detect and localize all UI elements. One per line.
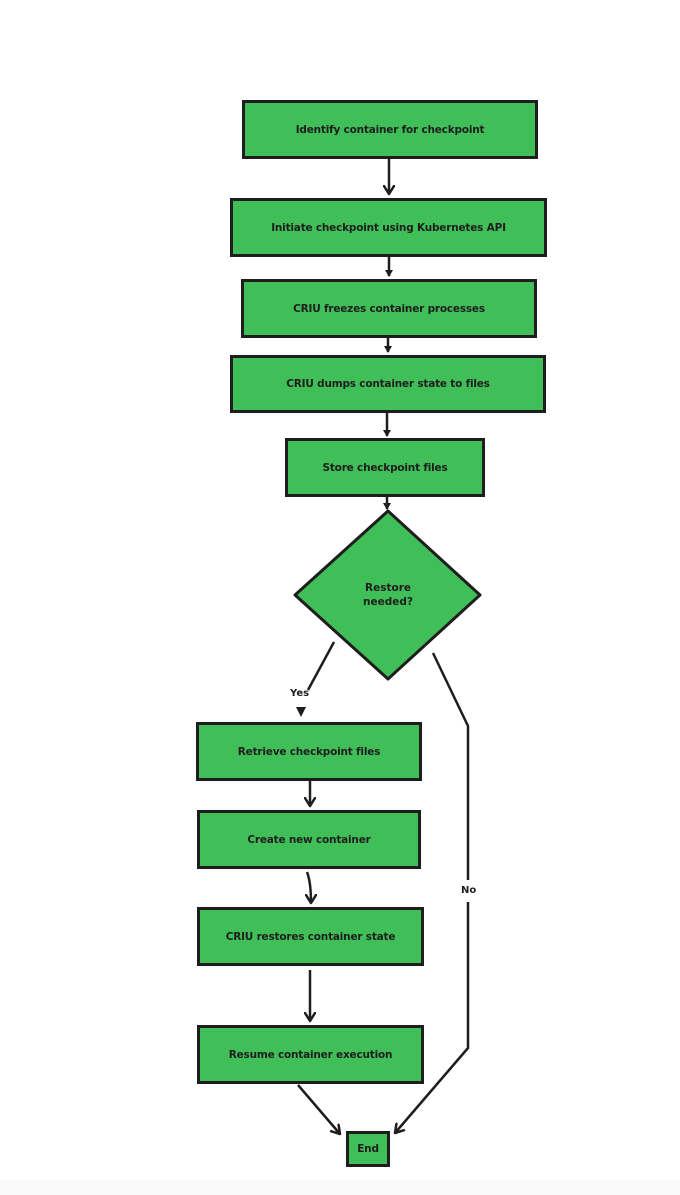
node-criu-restores: CRIU restores container state: [197, 907, 424, 966]
edge-n9-end: [297, 1084, 340, 1134]
node-label: Identify container for checkpoint: [295, 123, 485, 136]
node-store-checkpoint: Store checkpoint files: [285, 438, 485, 497]
node-label: CRIU freezes container processes: [293, 302, 485, 315]
node-label: End: [357, 1143, 379, 1155]
node-label: Retrieve checkpoint files: [237, 745, 381, 758]
edge-d1-yes: [306, 641, 336, 691]
node-initiate-checkpoint: Initiate checkpoint using Kubernetes API: [230, 198, 547, 257]
node-label: Initiate checkpoint using Kubernetes API: [271, 221, 506, 234]
edge-layer: [293, 158, 482, 1195]
node-resume-execution: Resume container execution: [197, 1025, 424, 1084]
node-label: Resume container execution: [228, 1048, 393, 1061]
node-label: Store checkpoint files: [322, 461, 448, 474]
node-criu-dumps: CRIU dumps container state to files: [230, 355, 546, 413]
node-label: CRIU restores container state: [225, 930, 396, 943]
node-label: Create new container: [247, 833, 371, 846]
edge-label-no: No: [461, 885, 477, 896]
node-end: End: [346, 1131, 390, 1167]
decision-label-line2: needed?: [363, 596, 413, 608]
yes-arrowhead: [296, 707, 306, 717]
node-create-container: Create new container: [197, 810, 421, 869]
edge-label-yes: Yes: [290, 688, 310, 699]
node-identify-container: Identify container for checkpoint: [242, 100, 538, 159]
node-label: CRIU dumps container state to files: [286, 378, 490, 390]
edge-d1-no: [431, 652, 470, 880]
edge-n7-n8: [307, 871, 311, 903]
decision-label-line1: Restore: [365, 582, 411, 594]
node-criu-freezes: CRIU freezes container processes: [241, 279, 537, 338]
node-retrieve-checkpoint: Retrieve checkpoint files: [196, 722, 422, 781]
decision-restore-needed: Restore needed?: [343, 581, 433, 609]
